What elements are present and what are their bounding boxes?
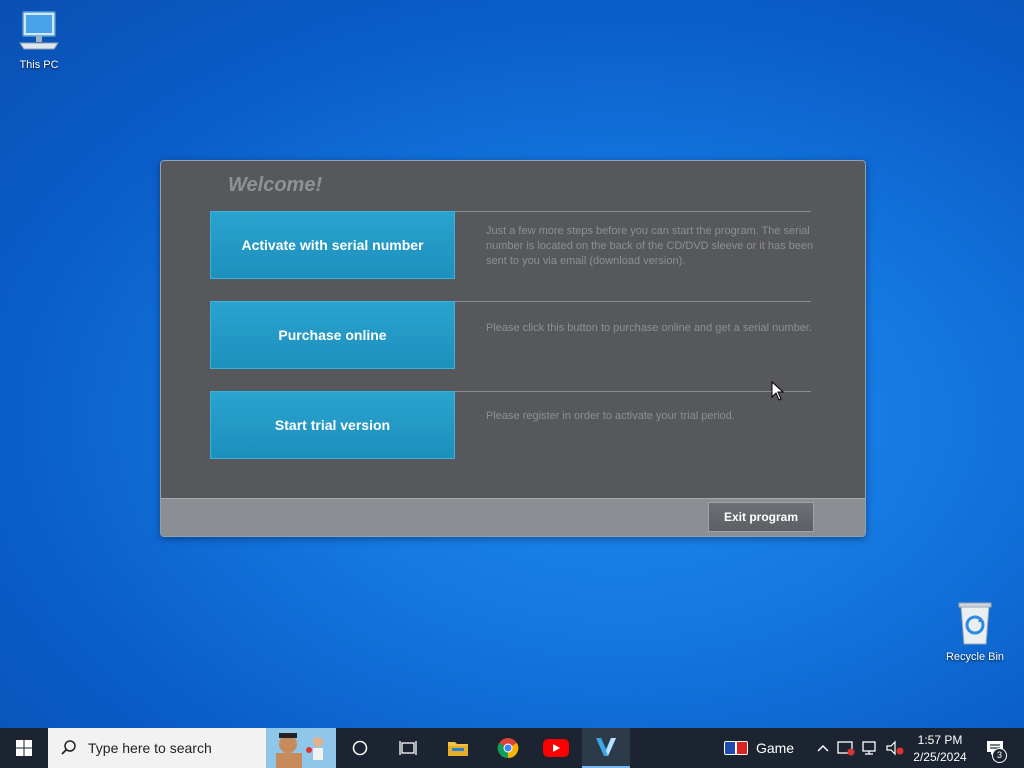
youtube-icon: [543, 739, 569, 757]
windows-logo-icon: [16, 740, 32, 756]
security-tray-button[interactable]: [836, 728, 856, 768]
exit-program-button[interactable]: Exit program: [708, 502, 814, 532]
dialog-footer: Exit program: [161, 498, 865, 536]
file-explorer-button[interactable]: [436, 728, 480, 768]
trial-description: Please register in order to activate you…: [486, 410, 735, 422]
activation-dialog: Welcome! Activate with serial number Jus…: [160, 160, 866, 537]
search-icon: [61, 740, 76, 755]
separator: [455, 301, 811, 302]
desktop-icon-recycle-bin[interactable]: Recycle Bin: [940, 600, 1010, 663]
search-highlight-illustration-icon: [266, 728, 336, 768]
recycle-bin-icon: [958, 602, 992, 645]
volume-tray-button[interactable]: [884, 728, 906, 768]
folder-icon: [448, 742, 468, 756]
welcome-heading: Welcome!: [228, 174, 323, 196]
cortana-circle-icon: [352, 740, 368, 756]
taskbar: Type here to search Game 1:57 PM 2/25/20…: [0, 728, 1024, 768]
task-view-icon: [399, 741, 417, 755]
app-logo-icon: [596, 738, 616, 756]
activate-serial-button[interactable]: Activate with serial number: [210, 211, 455, 279]
chevron-up-icon: [817, 744, 829, 752]
separator: [455, 391, 811, 392]
active-app-button[interactable]: [582, 728, 630, 768]
clock-date: 2/25/2024: [913, 749, 967, 764]
notification-count-badge: 3: [992, 748, 1007, 763]
game-label: Game: [755, 740, 795, 756]
dialog-body: Welcome! Activate with serial number Jus…: [161, 161, 865, 498]
task-view-button[interactable]: [388, 728, 428, 768]
taskbar-search-box[interactable]: Type here to search: [48, 728, 336, 768]
recycle-bin-label: Recycle Bin: [945, 651, 1005, 663]
show-hidden-icons-button[interactable]: [814, 728, 832, 768]
this-pc-label: This PC: [19, 59, 59, 71]
purchase-online-button[interactable]: Purchase online: [210, 301, 455, 369]
cortana-button[interactable]: [340, 728, 380, 768]
purchase-description: Please click this button to purchase onl…: [486, 322, 812, 334]
game-widget[interactable]: Game: [718, 728, 800, 768]
activate-description: Just a few more steps before you can sta…: [486, 225, 814, 267]
volume-muted-icon: [886, 740, 904, 756]
clock[interactable]: 1:57 PM 2/25/2024: [908, 728, 972, 768]
start-button[interactable]: [0, 728, 48, 768]
security-alert-icon: [837, 741, 855, 756]
youtube-button[interactable]: [534, 728, 578, 768]
computer-icon: [19, 11, 59, 50]
network-icon: [862, 741, 876, 755]
notifications-button[interactable]: 3: [980, 728, 1010, 768]
separator: [455, 211, 811, 212]
chrome-icon: [497, 738, 519, 759]
network-tray-button[interactable]: [860, 728, 880, 768]
mlb-logo-icon: [723, 741, 748, 755]
start-trial-button[interactable]: Start trial version: [210, 391, 455, 459]
mouse-cursor-icon: [771, 381, 785, 401]
search-placeholder: Type here to search: [88, 740, 212, 756]
clock-time: 1:57 PM: [917, 732, 963, 747]
desktop-icon-this-pc[interactable]: This PC: [4, 10, 74, 71]
chrome-button[interactable]: [486, 728, 530, 768]
